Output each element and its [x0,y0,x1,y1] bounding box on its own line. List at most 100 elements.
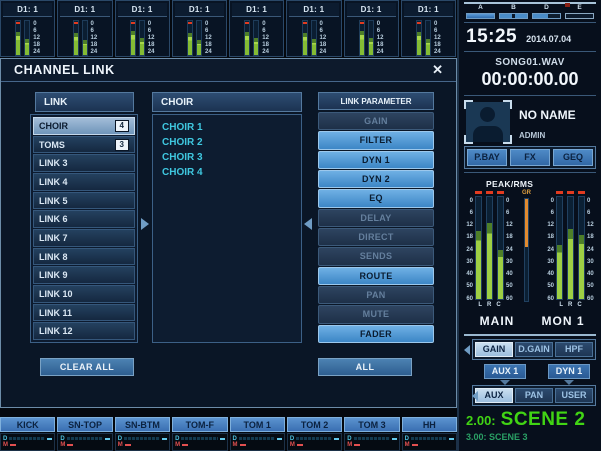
link-parameter-buttons: GAIN FILTER DYN 1 DYN 2 EQ DELAY DIRECT … [318,112,434,343]
param-button[interactable]: EQ [318,189,434,207]
mute-row: M [233,442,282,448]
top-channel-module[interactable]: D1: 1 06121824 [115,0,170,57]
top-channel-label: D1: 1 [175,3,224,17]
group-member: CHOIR 1 [162,120,292,135]
link-label: LINK 10 [39,289,73,299]
top-channel-module[interactable]: D1: 1 06121824 [344,0,399,57]
scale-tick: 60 [546,296,554,302]
top-channel-module[interactable]: D1: 1 06121824 [286,0,341,57]
param-button[interactable]: FADER [318,325,434,343]
meter-bar [425,20,431,56]
scale-tick: 6 [506,210,514,216]
scale-tick: 12 [434,35,441,41]
top-channel-module[interactable]: D1: 1 06121824 [172,0,227,57]
top-channel-label: D1: 1 [289,3,338,17]
mute-label: M [175,442,180,448]
close-icon[interactable]: ✕ [432,62,443,78]
channel-name-button[interactable]: TOM 2 [287,417,342,432]
quick-button[interactable]: FX [510,149,550,166]
scene-name: SCENE 2 [501,409,586,431]
control-button[interactable]: USER [555,388,593,403]
control-button[interactable]: AUX [475,388,513,403]
channel-letter: R [568,302,572,308]
cyan-tick [105,438,110,440]
channel-name-button[interactable]: SN-TOP [57,417,112,432]
meter-bar [359,20,365,56]
quick-button[interactable]: P.BAY [467,149,507,166]
control-button[interactable]: GAIN [475,342,513,357]
scale-tick: 24 [434,49,441,55]
link-list-item[interactable]: LINK 10 [33,285,135,303]
scale-tick: 50 [546,283,554,289]
scale-tick: 18 [205,42,212,48]
mute-row: M [405,442,454,448]
link-list-item[interactable]: LINK 11 [33,304,135,322]
param-button[interactable]: SENDS [318,247,434,265]
link-list-item[interactable]: LINK 12 [33,322,135,340]
delay-label: D [290,436,294,442]
clear-all-button[interactable]: CLEAR ALL [40,358,134,376]
control-button[interactable]: AUX 1 [484,364,526,379]
group-member-list[interactable]: CHOIR 1CHOIR 2CHOIR 3CHOIR 4 [152,114,302,343]
scale-tick: 24 [506,247,514,253]
all-button[interactable]: ALL [318,358,412,376]
param-button[interactable]: DYN 2 [318,170,434,188]
scale-tick: 50 [587,283,595,289]
link-list-item[interactable]: LINK 7 [33,229,135,247]
control-button[interactable]: DYN 1 [548,364,590,379]
link-list-item[interactable]: TOMS 3 [33,136,135,154]
peak-cap [74,22,78,24]
link-list-item[interactable]: LINK 4 [33,173,135,191]
channel-strip: SN-TOP D M [57,417,112,451]
channel-strip: TOM 3 D M [344,417,399,451]
param-button[interactable]: PAN [318,286,434,304]
meter-bar [556,196,563,300]
channel-name-button[interactable]: TOM-F [172,417,227,432]
scale-tick: 0 [320,21,327,27]
control-row-1: GAIND.GAINHPF [472,339,596,360]
link-list-item[interactable]: LINK 6 [33,210,135,228]
param-button[interactable]: ROUTE [318,267,434,285]
channel-name-button[interactable]: TOM 3 [344,417,399,432]
channel-strip: TOM 2 D M [287,417,342,451]
page-left-arrow-icon[interactable] [472,391,478,401]
top-channel-module[interactable]: D1: 1 06121824 [401,0,456,57]
link-list-item[interactable]: LINK 8 [33,248,135,266]
scale-tick: 18 [91,42,98,48]
link-list-item[interactable]: LINK 5 [33,192,135,210]
top-channel-meter: 06121824 [1,17,54,56]
top-channel-module[interactable]: D1: 1 06121824 [57,0,112,57]
link-list-item[interactable]: LINK 3 [33,154,135,172]
drive-bar [466,13,495,19]
channel-name-button[interactable]: SN-BTM [115,417,170,432]
status-panel: A B D E [457,0,601,451]
param-button[interactable]: DYN 1 [318,151,434,169]
param-button[interactable]: DELAY [318,209,434,227]
param-button[interactable]: GAIN [318,112,434,130]
param-button[interactable]: FILTER [318,131,434,149]
scale-tick: 50 [506,283,514,289]
link-list-item[interactable]: CHOIR 4 [33,117,135,135]
channel-name-button[interactable]: HH [402,417,457,432]
control-button[interactable]: PAN [515,388,553,403]
link-label: LINK 5 [39,196,68,206]
control-button[interactable]: HPF [555,342,593,357]
page-left-arrow-icon[interactable] [464,345,470,355]
meter-scale-right: 0612182430405060 [506,198,514,302]
link-list-item[interactable]: LINK 9 [33,266,135,284]
channel-name-button[interactable]: KICK [0,417,55,432]
channel-name-button[interactable]: TOM 1 [230,417,285,432]
drive-indicator: B [499,5,528,19]
param-button[interactable]: MUTE [318,305,434,323]
param-button[interactable]: DIRECT [318,228,434,246]
meter-bar [475,196,482,300]
meter-scale: 06121824 [33,21,40,55]
mute-label: M [347,442,352,448]
next-scene: 3.00: SCENE 3 [466,432,596,442]
top-channel-module[interactable]: D1: 1 06121824 [229,0,284,57]
quick-button[interactable]: GEQ [553,149,593,166]
delay-row: D [347,436,396,442]
control-button[interactable]: D.GAIN [515,342,553,357]
link-label: LINK 3 [39,158,68,168]
top-channel-module[interactable]: D1: 1 06121824 [0,0,55,57]
